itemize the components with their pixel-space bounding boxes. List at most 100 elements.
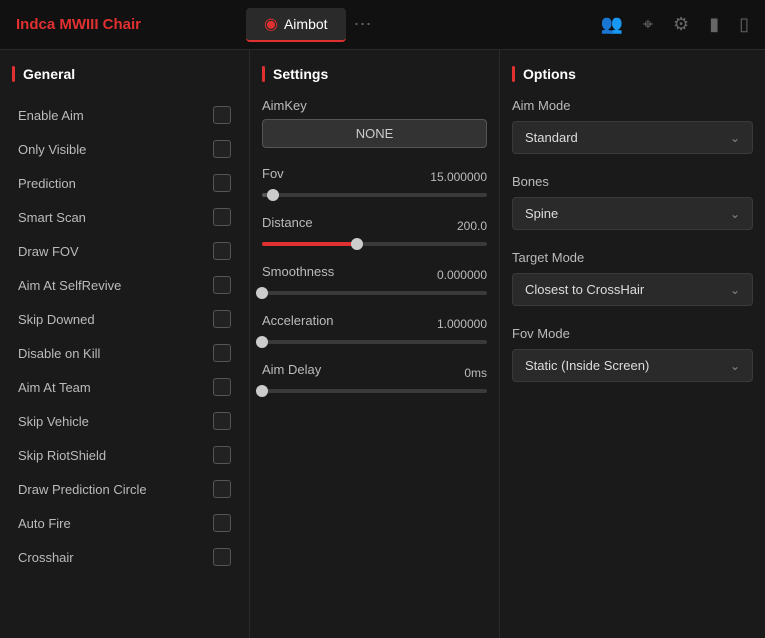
slider-track-aimdelay[interactable]: [262, 389, 487, 393]
tab-aimbot-label: Aimbot: [284, 16, 328, 32]
general-item-label: Draw FOV: [18, 244, 79, 259]
general-item-auto-fire[interactable]: Auto Fire: [12, 506, 237, 540]
slider-row-acceleration: Acceleration 1.000000: [262, 313, 487, 334]
general-item-checkbox[interactable]: [213, 412, 231, 430]
general-item-aim-at-team[interactable]: Aim At Team: [12, 370, 237, 404]
slider-value-smoothness: 0.000000: [437, 268, 487, 282]
slider-row-fov: Fov 15.000000: [262, 166, 487, 187]
settings-panel: Settings AimKey NONE Fov 15.000000 Dista…: [250, 50, 500, 638]
general-item-label: Prediction: [18, 176, 76, 191]
general-item-checkbox[interactable]: [213, 276, 231, 294]
general-item-label: Aim At Team: [18, 380, 91, 395]
options-panel: Options Aim Mode Standard ⌄ Bones Spine …: [500, 50, 765, 638]
general-item-checkbox[interactable]: [213, 174, 231, 192]
aimkey-button[interactable]: NONE: [262, 119, 487, 148]
general-item-skip-downed[interactable]: Skip Downed: [12, 302, 237, 336]
slider-track-acceleration[interactable]: [262, 340, 487, 344]
select-value-fov_mode: Static (Inside Screen): [525, 358, 649, 373]
general-item-label: Disable on Kill: [18, 346, 100, 361]
slider-label-aimdelay: Aim Delay: [262, 362, 321, 377]
general-item-checkbox[interactable]: [213, 310, 231, 328]
general-item-enable-aim[interactable]: Enable Aim: [12, 98, 237, 132]
slider-value-distance: 200.0: [457, 219, 487, 233]
slider-thumb-acceleration[interactable]: [256, 336, 268, 348]
slider-label-acceleration: Acceleration: [262, 313, 334, 328]
option-group-aim_mode: Aim Mode Standard ⌄: [512, 98, 753, 154]
select-button-fov_mode[interactable]: Static (Inside Screen) ⌄: [512, 349, 753, 382]
slider-thumb-distance[interactable]: [351, 238, 363, 250]
general-item-label: Skip Vehicle: [18, 414, 89, 429]
header: Indca MWIII Chair ◉ Aimbot ⋯ 👥 ⌖ ⚙ ▮ ▯: [0, 0, 765, 50]
general-item-checkbox[interactable]: [213, 242, 231, 260]
slider-track-fov[interactable]: [262, 193, 487, 197]
gear-icon[interactable]: ⚙: [673, 14, 689, 35]
aimkey-label: AimKey: [262, 98, 307, 113]
general-item-disable-on-kill[interactable]: Disable on Kill: [12, 336, 237, 370]
slider-label-smoothness: Smoothness: [262, 264, 334, 279]
general-item-checkbox[interactable]: [213, 344, 231, 362]
general-item-checkbox[interactable]: [213, 140, 231, 158]
slider-group-fov: Fov 15.000000: [262, 166, 487, 197]
chevron-down-icon-target_mode: ⌄: [730, 283, 740, 297]
option-group-bones: Bones Spine ⌄: [512, 174, 753, 230]
option-label-bones: Bones: [512, 174, 753, 189]
option-group-fov_mode: Fov Mode Static (Inside Screen) ⌄: [512, 326, 753, 382]
general-item-label: Only Visible: [18, 142, 86, 157]
aimbot-icon: ◉: [264, 14, 278, 34]
general-item-smart-scan[interactable]: Smart Scan: [12, 200, 237, 234]
general-item-skip-riotshield[interactable]: Skip RiotShield: [12, 438, 237, 472]
general-item-checkbox[interactable]: [213, 378, 231, 396]
select-value-target_mode: Closest to CrossHair: [525, 282, 644, 297]
general-item-checkbox[interactable]: [213, 446, 231, 464]
select-value-bones: Spine: [525, 206, 558, 221]
select-button-bones[interactable]: Spine ⌄: [512, 197, 753, 230]
general-item-checkbox[interactable]: [213, 106, 231, 124]
slider-thumb-aimdelay[interactable]: [256, 385, 268, 397]
slider-label-distance: Distance: [262, 215, 313, 230]
header-tabs: ◉ Aimbot ⋯: [246, 8, 600, 42]
tab-aimbot[interactable]: ◉ Aimbot: [246, 8, 346, 42]
settings-title: Settings: [262, 66, 487, 82]
chevron-down-icon-bones: ⌄: [730, 207, 740, 221]
document-icon[interactable]: ▯: [739, 14, 749, 35]
sliders-list: Fov 15.000000 Distance 200.0 Smoothness …: [262, 166, 487, 393]
slider-thumb-fov[interactable]: [267, 189, 279, 201]
general-item-aim-at-selfrevive[interactable]: Aim At SelfRevive: [12, 268, 237, 302]
general-item-prediction[interactable]: Prediction: [12, 166, 237, 200]
general-item-skip-vehicle[interactable]: Skip Vehicle: [12, 404, 237, 438]
slider-label-fov: Fov: [262, 166, 284, 181]
slider-thumb-smoothness[interactable]: [256, 287, 268, 299]
general-item-checkbox[interactable]: [213, 514, 231, 532]
main-content: General Enable Aim Only Visible Predicti…: [0, 50, 765, 638]
target-icon[interactable]: ⌖: [643, 14, 653, 35]
slider-value-acceleration: 1.000000: [437, 317, 487, 331]
app-logo: Indca MWIII Chair: [16, 16, 246, 33]
slider-group-acceleration: Acceleration 1.000000: [262, 313, 487, 344]
slider-track-distance[interactable]: [262, 242, 487, 246]
options-title: Options: [512, 66, 753, 82]
more-tabs-icon[interactable]: ⋯: [354, 14, 374, 35]
chevron-down-icon-fov_mode: ⌄: [730, 359, 740, 373]
general-item-crosshair[interactable]: Crosshair: [12, 540, 237, 574]
shield-icon[interactable]: ▮: [709, 14, 719, 35]
select-button-target_mode[interactable]: Closest to CrossHair ⌄: [512, 273, 753, 306]
general-item-label: Smart Scan: [18, 210, 86, 225]
general-item-draw-prediction-circle[interactable]: Draw Prediction Circle: [12, 472, 237, 506]
aimkey-row: AimKey: [262, 98, 487, 119]
general-item-checkbox[interactable]: [213, 208, 231, 226]
option-label-target_mode: Target Mode: [512, 250, 753, 265]
people-icon[interactable]: 👥: [600, 14, 622, 35]
general-item-checkbox[interactable]: [213, 480, 231, 498]
slider-fill-distance: [262, 242, 357, 246]
general-item-draw-fov[interactable]: Draw FOV: [12, 234, 237, 268]
general-item-checkbox[interactable]: [213, 548, 231, 566]
aimkey-group: AimKey NONE: [262, 98, 487, 148]
general-item-only-visible[interactable]: Only Visible: [12, 132, 237, 166]
general-item-label: Skip RiotShield: [18, 448, 106, 463]
general-item-label: Draw Prediction Circle: [18, 482, 147, 497]
select-button-aim_mode[interactable]: Standard ⌄: [512, 121, 753, 154]
slider-row-aimdelay: Aim Delay 0ms: [262, 362, 487, 383]
slider-track-smoothness[interactable]: [262, 291, 487, 295]
slider-row-distance: Distance 200.0: [262, 215, 487, 236]
option-group-target_mode: Target Mode Closest to CrossHair ⌄: [512, 250, 753, 306]
